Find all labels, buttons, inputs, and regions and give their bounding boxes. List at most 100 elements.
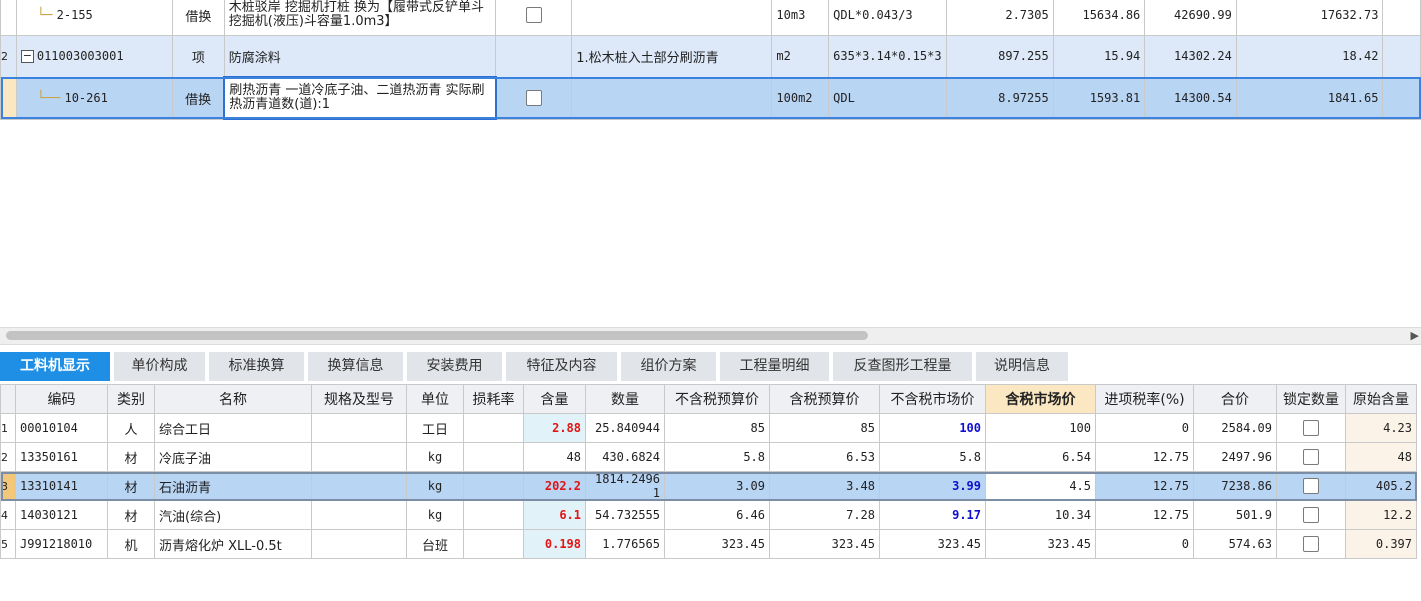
- tax-rate-cell[interactable]: 12.75: [1095, 500, 1194, 530]
- quantity-cell[interactable]: 25.840944: [585, 413, 665, 443]
- tab-labor-material-machine[interactable]: 工料机显示: [0, 352, 110, 381]
- market-in-cell[interactable]: 100: [985, 413, 1096, 443]
- total-cell[interactable]: 574.63: [1193, 529, 1277, 559]
- type-cell[interactable]: 借换: [172, 76, 225, 120]
- table-row[interactable]: 5 J991218010 机 沥青熔化炉 XLL-0.5t 台班 0.198 1…: [0, 529, 1417, 559]
- category-cell[interactable]: 材: [107, 500, 155, 530]
- budget-ex-cell[interactable]: 85: [664, 413, 770, 443]
- code-cell[interactable]: −011003003001: [15, 35, 174, 78]
- checkbox[interactable]: [525, 7, 542, 23]
- market-in-cell-editing[interactable]: 4.5: [985, 471, 1096, 501]
- expr-cell[interactable]: 635*3.14*0.15*3: [828, 35, 947, 78]
- budget-ex-cell[interactable]: 5.8: [664, 442, 770, 472]
- loss-cell[interactable]: [463, 442, 524, 472]
- tax-rate-cell[interactable]: 12.75: [1095, 442, 1194, 472]
- budget-in-cell[interactable]: 85: [769, 413, 880, 443]
- extra-cell[interactable]: 18.42: [1235, 35, 1384, 78]
- total-cell[interactable]: 14302.24: [1144, 35, 1237, 78]
- lock-cell[interactable]: [1276, 413, 1346, 443]
- loss-cell[interactable]: [463, 471, 524, 501]
- original-content-cell[interactable]: 405.2: [1345, 471, 1417, 501]
- qty-cell[interactable]: 897.255: [945, 35, 1054, 78]
- lock-checkbox[interactable]: [1303, 420, 1319, 436]
- qty-cell[interactable]: 2.7305: [945, 0, 1054, 36]
- original-content-cell[interactable]: 4.23: [1345, 413, 1417, 443]
- tab-install-fee[interactable]: 安装费用: [407, 352, 502, 381]
- unit-cell[interactable]: 100m2: [771, 76, 830, 120]
- checkbox-cell[interactable]: [495, 0, 573, 36]
- market-ex-cell[interactable]: 9.17: [879, 500, 986, 530]
- feature-cell[interactable]: [571, 76, 773, 120]
- col-header-market-ex-tax[interactable]: 不含税市场价: [879, 384, 986, 414]
- tab-pricing-plan[interactable]: 组价方案: [621, 352, 716, 381]
- total-cell[interactable]: 501.9: [1193, 500, 1277, 530]
- col-header-name[interactable]: 名称: [154, 384, 312, 414]
- market-ex-cell[interactable]: 323.45: [879, 529, 986, 559]
- category-cell[interactable]: 材: [107, 471, 155, 501]
- content-cell[interactable]: 2.88: [523, 413, 586, 443]
- col-header-lock-qty[interactable]: 锁定数量: [1276, 384, 1346, 414]
- checkbox-cell[interactable]: [495, 76, 573, 120]
- tax-rate-cell[interactable]: 0: [1095, 413, 1194, 443]
- market-in-cell[interactable]: 6.54: [985, 442, 1096, 472]
- price-cell[interactable]: 15634.86: [1052, 0, 1146, 36]
- table-row[interactable]: └─ 2-155 借换 木桩驳岸 挖掘机打桩 换为【履带式反铲单斗挖掘机(液压)…: [0, 0, 1421, 36]
- unit-cell[interactable]: 台班: [406, 529, 464, 559]
- market-ex-cell[interactable]: 100: [879, 413, 986, 443]
- code-cell[interactable]: 14030121: [15, 500, 108, 530]
- original-content-cell[interactable]: 0.397: [1345, 529, 1417, 559]
- tab-features[interactable]: 特征及内容: [506, 352, 617, 381]
- tax-rate-cell[interactable]: 12.75: [1095, 471, 1194, 501]
- price-cell[interactable]: 1593.81: [1052, 76, 1146, 120]
- unit-cell[interactable]: kg: [406, 442, 464, 472]
- checkbox[interactable]: [525, 90, 542, 106]
- total-cell[interactable]: 42690.99: [1144, 0, 1237, 36]
- spec-cell[interactable]: [311, 442, 407, 472]
- total-cell[interactable]: 14300.54: [1144, 76, 1237, 120]
- expr-cell[interactable]: QDL: [828, 76, 947, 120]
- extra-cell[interactable]: 17632.73: [1235, 0, 1384, 36]
- col-header-tax-rate[interactable]: 进项税率(%): [1095, 384, 1194, 414]
- unit-cell[interactable]: kg: [406, 471, 464, 501]
- tab-standard-conversion[interactable]: 标准换算: [209, 352, 304, 381]
- feature-cell[interactable]: 1.松木桩入土部分刷沥青: [571, 35, 773, 78]
- loss-cell[interactable]: [463, 413, 524, 443]
- col-header-original-content[interactable]: 原始含量: [1345, 384, 1417, 414]
- scroll-right-arrow-icon[interactable]: ▶: [1411, 329, 1419, 342]
- table-row-selected[interactable]: └── 10-261 借换 刷热沥青 一道冷底子油、二道热沥青 实际刷热沥青道数…: [0, 76, 1421, 120]
- original-content-cell[interactable]: 48: [1345, 442, 1417, 472]
- col-header-content[interactable]: 含量: [523, 384, 586, 414]
- col-header-loss[interactable]: 损耗率: [463, 384, 524, 414]
- budget-in-cell[interactable]: 323.45: [769, 529, 880, 559]
- price-cell[interactable]: 15.94: [1052, 35, 1146, 78]
- code-cell[interactable]: 13350161: [15, 442, 108, 472]
- category-cell[interactable]: 人: [107, 413, 155, 443]
- unit-cell[interactable]: kg: [406, 500, 464, 530]
- lock-cell[interactable]: [1276, 442, 1346, 472]
- tab-description[interactable]: 说明信息: [976, 352, 1068, 381]
- collapse-icon[interactable]: −: [20, 49, 34, 63]
- tax-rate-cell[interactable]: 0: [1095, 529, 1194, 559]
- content-cell[interactable]: 48: [523, 442, 586, 472]
- col-header-spec[interactable]: 规格及型号: [311, 384, 407, 414]
- col-header-market-in-tax[interactable]: 含税市场价: [985, 384, 1096, 414]
- tab-unit-price[interactable]: 单价构成: [114, 352, 205, 381]
- total-cell[interactable]: 7238.86: [1193, 471, 1277, 501]
- feature-cell[interactable]: [571, 0, 773, 36]
- table-row[interactable]: 2 13350161 材 冷底子油 kg 48 430.6824 5.8 6.5…: [0, 442, 1417, 472]
- total-cell[interactable]: 2497.96: [1193, 442, 1277, 472]
- code-cell[interactable]: J991218010: [15, 529, 108, 559]
- market-in-cell[interactable]: 10.34: [985, 500, 1096, 530]
- total-cell[interactable]: 2584.09: [1193, 413, 1277, 443]
- col-header-category[interactable]: 类别: [107, 384, 155, 414]
- quantity-cell[interactable]: 1.776565: [585, 529, 665, 559]
- spec-cell[interactable]: [311, 529, 407, 559]
- tab-reverse-lookup[interactable]: 反查图形工程量: [833, 352, 972, 381]
- content-cell[interactable]: 0.198: [523, 529, 586, 559]
- table-row[interactable]: 2 −011003003001 项 防腐涂料 1.松木桩入土部分刷沥青 m2 6…: [0, 35, 1421, 78]
- quantity-cell[interactable]: 54.732555: [585, 500, 665, 530]
- col-header-total[interactable]: 合价: [1193, 384, 1277, 414]
- horizontal-scrollbar[interactable]: ▶: [0, 327, 1421, 345]
- budget-ex-cell[interactable]: 6.46: [664, 500, 770, 530]
- lock-checkbox[interactable]: [1303, 536, 1319, 552]
